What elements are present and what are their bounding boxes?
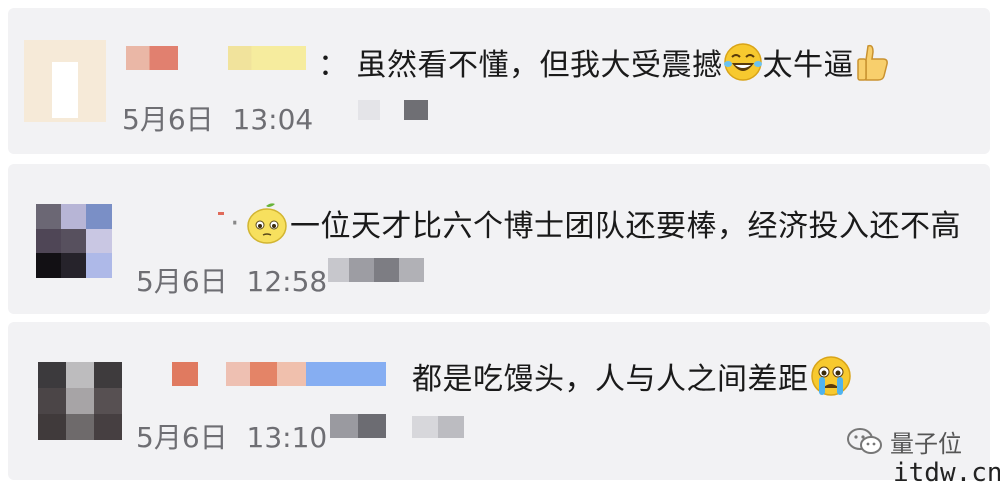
crying-face-icon <box>809 354 853 398</box>
comment-text: 一位天才比六个博士团队还要棒，经济投入还不高 <box>290 209 962 244</box>
comment-date: 5月6日 <box>136 421 228 454</box>
comment-time: 12:58 <box>246 265 328 298</box>
laughing-tears-icon <box>723 42 763 82</box>
username-redacted <box>172 362 198 386</box>
comment-separator: · <box>230 205 241 241</box>
watermark-text: 量子位 <box>890 430 962 458</box>
username-redacted <box>228 46 306 70</box>
username-redacted <box>126 46 178 70</box>
site-label: itdw.cn <box>893 458 1000 488</box>
comment-time: 13:10 <box>246 421 328 454</box>
comment-card: · 一位天才比六个博士团队还要棒，经济投入还不高 5月6日 12:58 <box>8 164 990 314</box>
comment-time: 13:04 <box>232 103 314 136</box>
meta-redacted <box>404 100 428 120</box>
watermark: 量子位 <box>846 424 962 459</box>
comment-date: 5月6日 <box>122 103 214 136</box>
meta-redacted <box>412 416 464 438</box>
comment-text: 虽然看不懂，但我大受震撼 <box>356 48 723 83</box>
meta-redacted <box>358 100 380 120</box>
avatar[interactable] <box>24 40 106 122</box>
avatar[interactable] <box>38 362 122 440</box>
username-redacted <box>226 362 386 386</box>
meta-redacted <box>330 414 386 438</box>
meta-redacted <box>328 258 424 282</box>
thumbs-up-icon <box>854 42 890 82</box>
wechat-icon <box>846 427 884 457</box>
comment-card: 都是吃馒头，人与人之间差距 5月6日 13:10 <box>8 322 990 480</box>
lemon-face-icon <box>244 200 290 246</box>
comment-text: 都是吃馒头，人与人之间差距 <box>412 362 809 397</box>
comment-card: ： 虽然看不懂，但我大受震撼 太牛逼 5月6日 13:04 <box>8 8 990 154</box>
avatar[interactable] <box>36 204 112 278</box>
comment-separator: ： <box>318 48 349 83</box>
comment-date: 5月6日 <box>136 265 228 298</box>
comment-text-suffix: 太牛逼 <box>762 48 854 83</box>
username-redacted <box>218 212 224 215</box>
